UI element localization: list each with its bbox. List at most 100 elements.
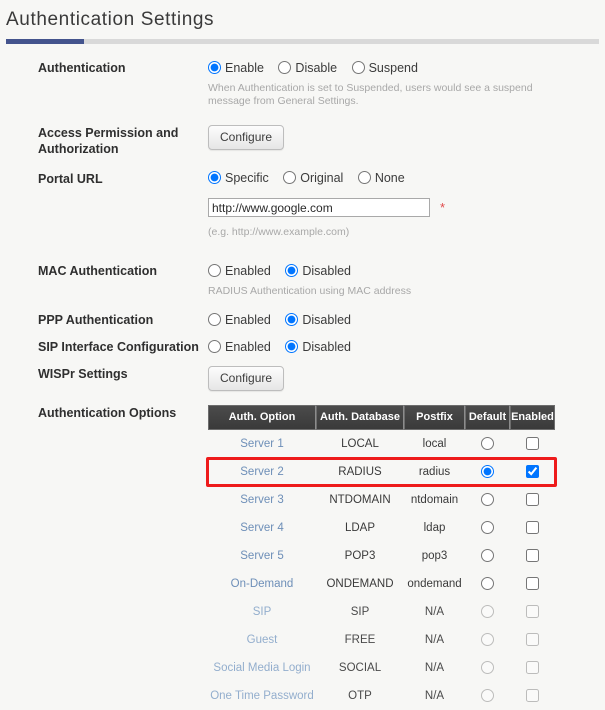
enabled-checkbox[interactable]	[526, 465, 539, 479]
row-access-permission: Access Permission and Authorization Conf…	[0, 124, 605, 157]
radio-portal-url-none[interactable]: None	[357, 171, 405, 185]
label-mac-authentication: MAC Authentication	[38, 264, 157, 279]
default-radio[interactable]	[481, 661, 494, 675]
radio-input-authentication-enable[interactable]	[208, 60, 221, 74]
cell-default	[465, 654, 510, 682]
cell-auth-database: ONDEMAND	[326, 577, 394, 590]
mac-authentication-radio-group[interactable]: Enabled Disabled	[208, 263, 605, 278]
radio-sip-interface-disabled[interactable]: Disabled	[285, 339, 351, 354]
default-radio[interactable]	[481, 605, 494, 619]
label-access-permission-line2: Authorization	[38, 141, 119, 156]
enabled-checkbox[interactable]	[526, 493, 539, 507]
enabled-checkbox[interactable]	[526, 549, 539, 563]
field-wispr-settings: Configure	[205, 366, 605, 392]
cell-enabled	[510, 458, 555, 486]
cell-auth-option: Server 5	[208, 542, 316, 570]
portal-url-input[interactable]	[208, 198, 430, 218]
label-wispr-settings: WISPr Settings	[38, 367, 128, 382]
enabled-checkbox[interactable]	[526, 633, 539, 647]
cell-postfix: ldap	[423, 521, 446, 534]
radio-input-authentication-disable[interactable]	[278, 60, 292, 74]
radio-mac-authentication-enabled[interactable]: Enabled	[208, 264, 271, 278]
ppp-authentication-radio-group[interactable]: Enabled Disabled	[208, 312, 605, 327]
portal-url-input-line: *	[208, 198, 605, 218]
auth-option-link[interactable]: Social Media Login	[213, 662, 310, 674]
radio-ppp-authentication-disabled[interactable]: Disabled	[285, 312, 351, 327]
auth-option-link[interactable]: Server 1	[240, 438, 283, 450]
radio-input-portal-url-specific[interactable]	[208, 171, 221, 185]
cell-postfix: ondemand	[407, 577, 462, 590]
radio-ppp-authentication-enabled[interactable]: Enabled	[208, 312, 271, 327]
enabled-checkbox[interactable]	[526, 605, 539, 619]
auth-option-link[interactable]: Server 3	[240, 494, 283, 506]
radio-authentication-enable[interactable]: Enable	[208, 60, 264, 75]
table-row: Server 4 LDAP ldap	[208, 514, 555, 542]
radio-authentication-disable[interactable]: Disable	[278, 60, 337, 75]
radio-input-mac-authentication-enabled[interactable]	[208, 264, 221, 278]
default-radio[interactable]	[481, 493, 494, 507]
radio-input-ppp-authentication-enabled[interactable]	[208, 312, 221, 326]
cell-auth-option: Server 2	[208, 458, 316, 486]
configure-wispr-button[interactable]: Configure	[208, 366, 285, 392]
enabled-checkbox[interactable]	[526, 521, 539, 535]
default-radio[interactable]	[481, 689, 494, 703]
cell-auth-database: NTDOMAIN	[329, 493, 391, 506]
radio-input-portal-url-none[interactable]	[357, 171, 371, 185]
enabled-checkbox[interactable]	[526, 689, 539, 703]
auth-option-link[interactable]: Server 4	[240, 522, 283, 534]
radio-authentication-suspend[interactable]: Suspend	[351, 60, 418, 75]
cell-postfix: N/A	[424, 605, 445, 618]
auth-option-link[interactable]: Server 2	[240, 466, 283, 478]
table-row: Server 5 POP3 pop3	[208, 542, 555, 570]
cell-auth-option: One Time Password	[208, 682, 316, 710]
radio-input-sip-interface-disabled[interactable]	[285, 339, 299, 353]
radio-input-ppp-authentication-disabled[interactable]	[285, 312, 299, 326]
configure-access-permission-button[interactable]: Configure	[208, 124, 285, 150]
cell-postfix: radius	[418, 465, 451, 478]
row-portal-url: Portal URL Specific Original None * (e.g…	[0, 171, 605, 240]
radio-portal-url-specific[interactable]: Specific	[208, 171, 269, 185]
cell-enabled	[510, 598, 555, 626]
radio-input-mac-authentication-disabled[interactable]	[285, 264, 299, 278]
auth-option-link[interactable]: SIP	[253, 606, 272, 618]
auth-option-link[interactable]: On-Demand	[231, 578, 294, 590]
enabled-checkbox[interactable]	[526, 437, 539, 451]
radio-input-portal-url-original[interactable]	[283, 171, 297, 185]
cell-default	[465, 682, 510, 710]
radio-label-ppp-authentication-disabled: Disabled	[302, 312, 351, 327]
field-access-permission: Configure	[205, 124, 605, 150]
cell-auth-database: RADIUS	[338, 465, 382, 478]
radio-input-authentication-suspend[interactable]	[351, 60, 365, 74]
authentication-radio-group[interactable]: Enable Disable Suspend	[208, 60, 605, 75]
table-row: SIP SIP N/A	[208, 598, 555, 626]
auth-option-link[interactable]: Server 5	[240, 550, 283, 562]
row-authentication-options: Authentication Options Auth. Option Auth…	[0, 405, 605, 710]
cell-enabled	[510, 626, 555, 654]
default-radio[interactable]	[481, 577, 494, 591]
portal-url-radio-group[interactable]: Specific Original None	[208, 171, 605, 185]
sip-interface-radio-group[interactable]: Enabled Disabled	[208, 339, 605, 354]
default-radio[interactable]	[481, 437, 494, 451]
column-header-postfix: Postfix	[404, 405, 465, 431]
column-header-auth-option: Auth. Option	[208, 405, 316, 431]
cell-default	[465, 458, 510, 486]
row-authentication: Authentication Enable Disable Suspend Wh…	[0, 60, 605, 108]
default-radio[interactable]	[481, 521, 494, 535]
default-radio[interactable]	[481, 465, 494, 479]
title-accent-bar	[6, 39, 84, 44]
default-radio[interactable]	[481, 633, 494, 647]
radio-mac-authentication-disabled[interactable]: Disabled	[285, 264, 351, 278]
cell-auth-database: POP3	[344, 549, 376, 562]
enabled-checkbox[interactable]	[526, 661, 539, 675]
auth-option-link[interactable]: One Time Password	[210, 690, 314, 702]
enabled-checkbox[interactable]	[526, 577, 539, 591]
radio-input-sip-interface-enabled[interactable]	[208, 339, 221, 353]
default-radio[interactable]	[481, 549, 494, 563]
radio-label-sip-interface-enabled: Enabled	[225, 339, 271, 354]
auth-option-link[interactable]: Guest	[247, 634, 278, 646]
authentication-options-table-wrap: Auth. Option Auth. Database Postfix Defa…	[208, 405, 605, 710]
radio-sip-interface-enabled[interactable]: Enabled	[208, 339, 271, 354]
cell-auth-database: LOCAL	[341, 437, 379, 450]
cell-auth-option: Guest	[208, 626, 316, 654]
radio-portal-url-original[interactable]: Original	[283, 171, 343, 185]
